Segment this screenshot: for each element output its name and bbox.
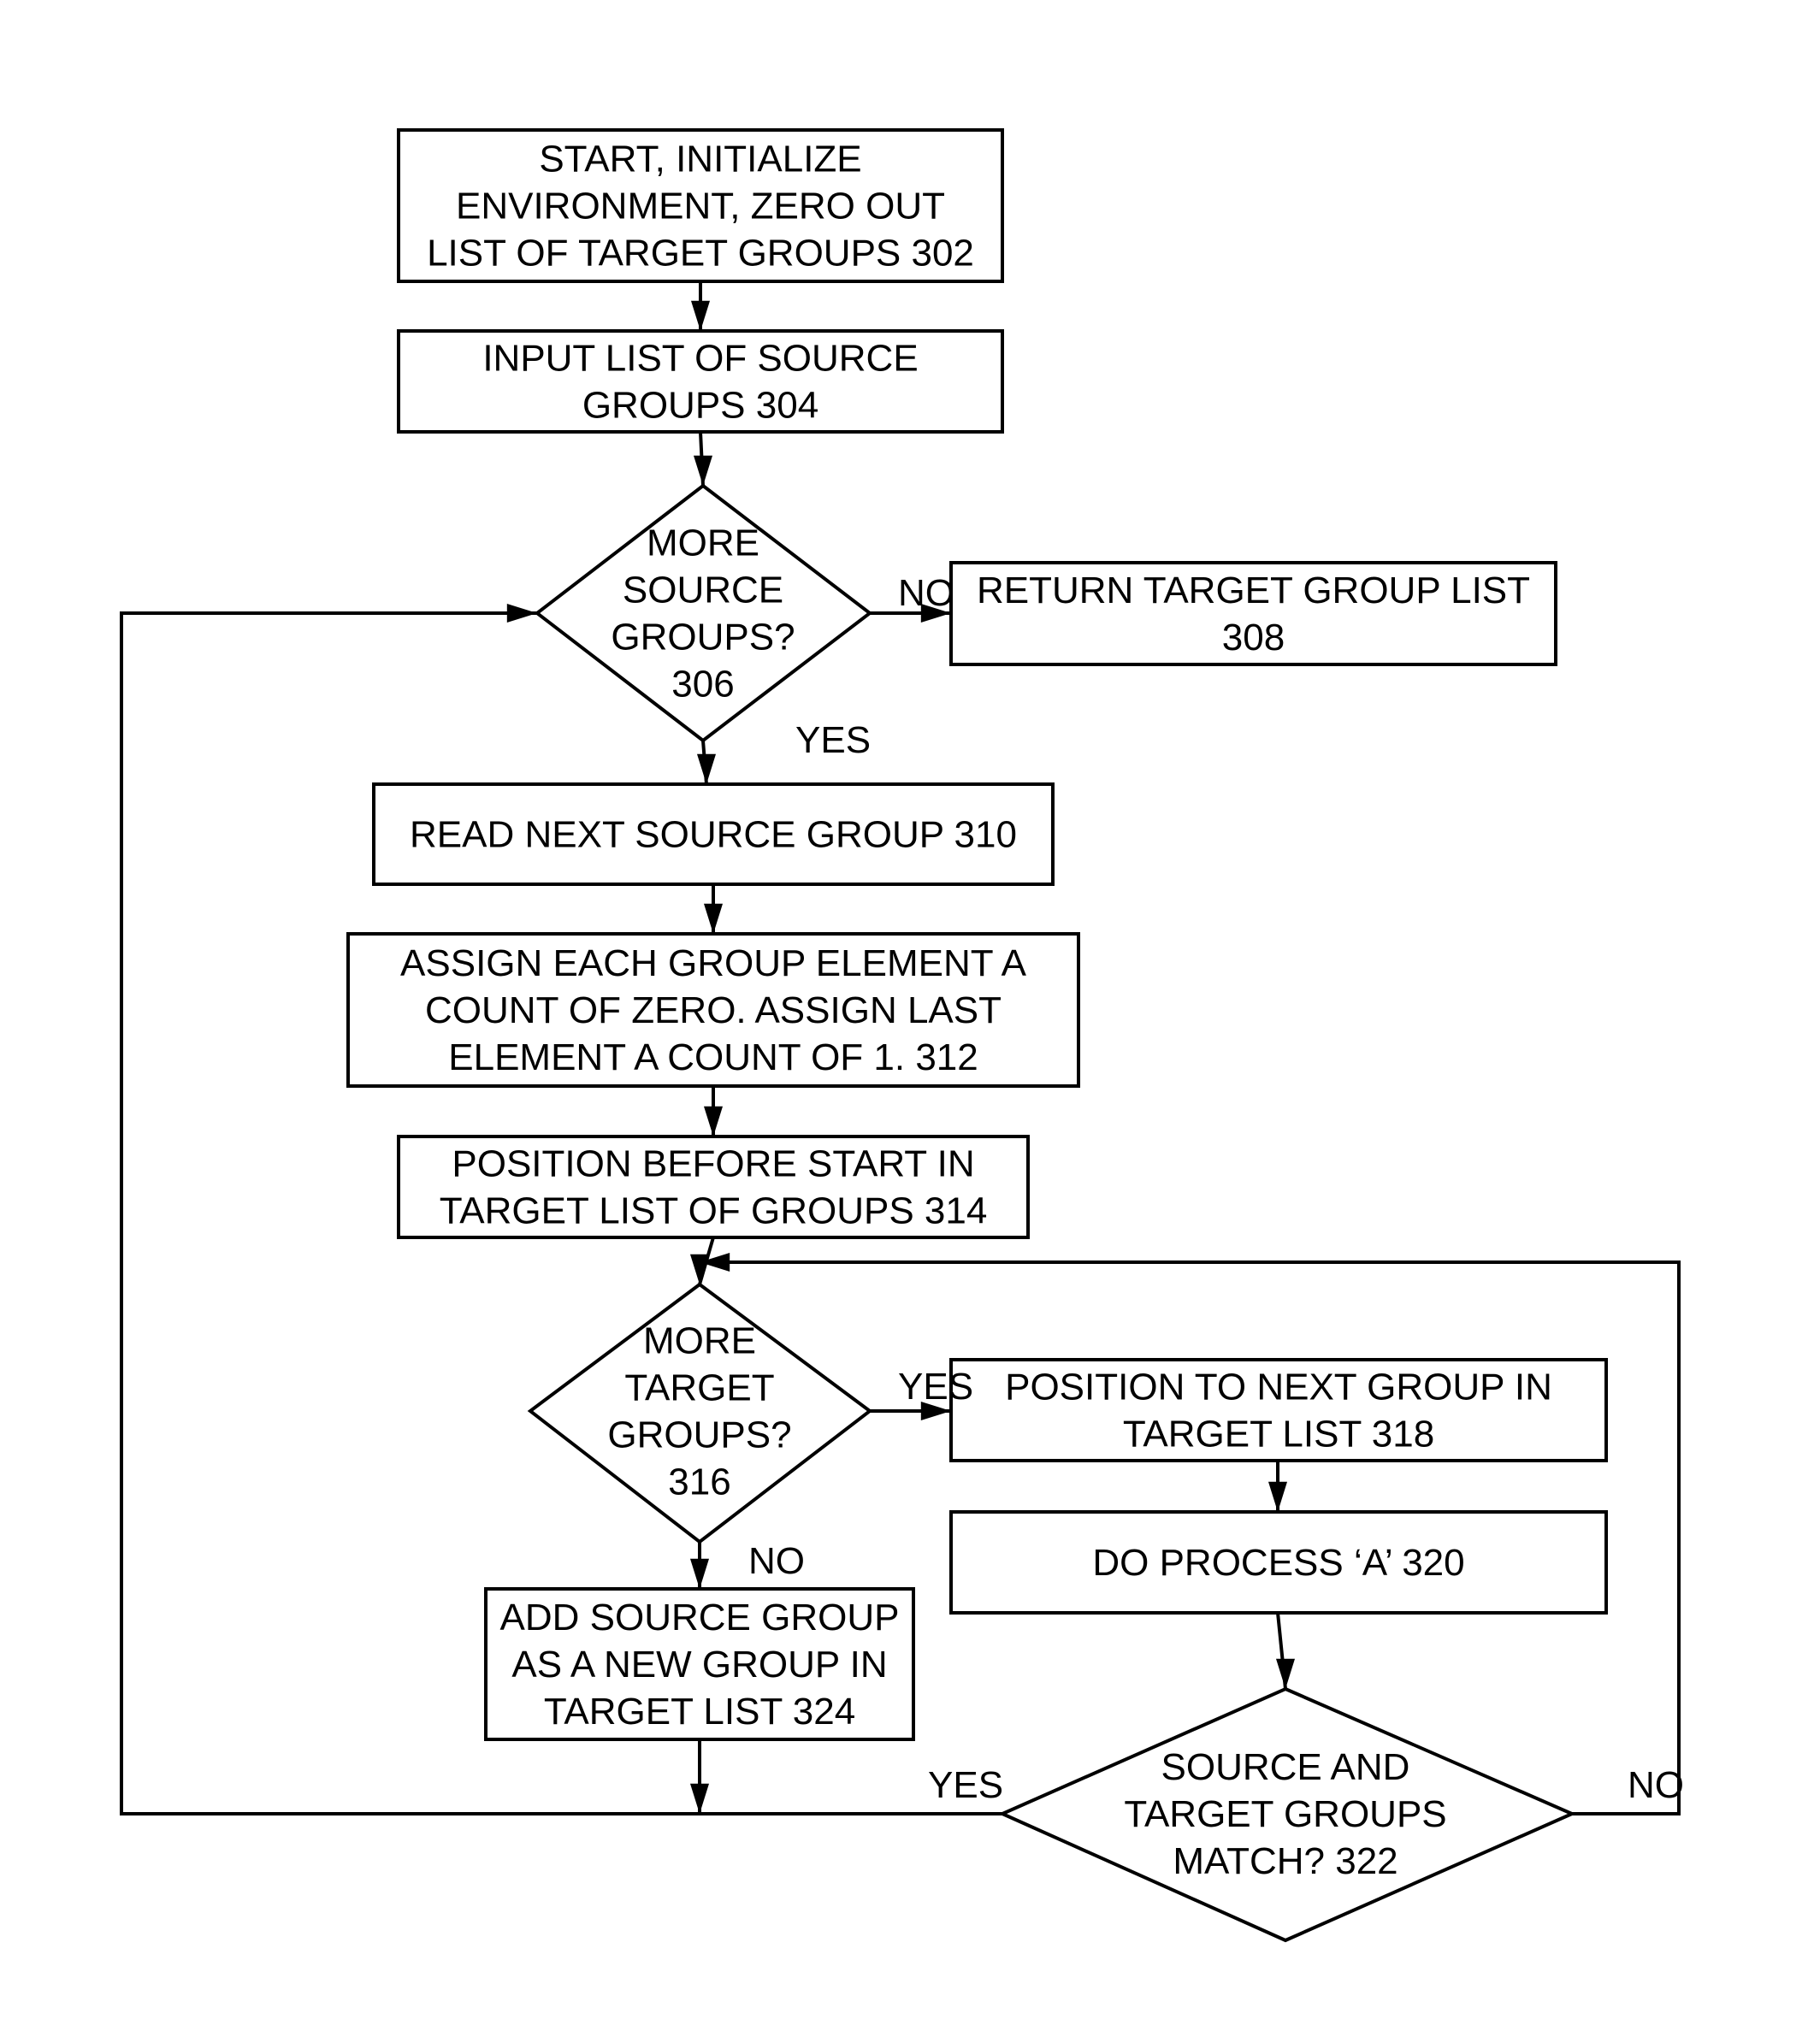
node-text-line: AS A NEW GROUP IN bbox=[511, 1644, 887, 1686]
node-324: ADD SOURCE GROUP AS A NEW GROUP IN TARGET … bbox=[484, 1587, 915, 1741]
node-text-line: POSITION BEFORE START IN bbox=[452, 1143, 974, 1185]
node-text-line: 308 bbox=[1222, 617, 1285, 658]
node-text-line: SOURCE bbox=[623, 570, 783, 611]
node-text-line: 316 bbox=[668, 1461, 730, 1503]
node-text-line: COUNT OF ZERO. ASSIGN LAST bbox=[425, 989, 1002, 1031]
node-text-line: DO PROCESS ‘A’ 320 bbox=[1092, 1542, 1464, 1584]
arrowhead-icon bbox=[690, 1783, 709, 1814]
arrowhead-icon bbox=[690, 1254, 709, 1284]
edge-310-to-312 bbox=[704, 884, 723, 934]
nodes: START, INITIALIZE ENVIRONMENT, ZERO OUT LI… bbox=[346, 128, 1608, 1943]
edge-304-to-306 bbox=[694, 431, 712, 487]
node-text-line: GROUPS 304 bbox=[582, 385, 818, 427]
edge-306-to-310 bbox=[697, 740, 716, 785]
node-text-line: MORE bbox=[643, 1320, 756, 1362]
node-text-line: START, INITIALIZE bbox=[539, 139, 861, 180]
node-302: START, INITIALIZE ENVIRONMENT, ZERO OUT LI… bbox=[397, 128, 1004, 283]
node-304: INPUT LIST OF SOURCE GROUPS 304 bbox=[397, 329, 1004, 434]
node-text-line: GROUPS? bbox=[611, 617, 795, 658]
node-text-line: RETURN TARGET GROUP LIST bbox=[977, 570, 1530, 611]
arrowhead-icon bbox=[1268, 1481, 1287, 1512]
node-text-line: READ NEXT SOURCE GROUP 310 bbox=[410, 814, 1017, 856]
node-text-line: MORE bbox=[647, 522, 759, 564]
node-text-line: ADD SOURCE GROUP bbox=[500, 1597, 900, 1638]
edge-label-yes: YES bbox=[898, 1366, 973, 1408]
node-text-line: ASSIGN EACH GROUP ELEMENT A bbox=[400, 942, 1027, 984]
edge-label-no: NO bbox=[898, 572, 954, 614]
node-text-line: TARGET bbox=[624, 1367, 774, 1409]
arrowhead-icon bbox=[690, 1558, 709, 1589]
node-text-line: MATCH? 322 bbox=[1173, 1840, 1398, 1882]
node-312: ASSIGN EACH GROUP ELEMENT A COUNT OF ZERO… bbox=[346, 932, 1080, 1088]
node-text-line: SOURCE AND bbox=[1161, 1746, 1410, 1788]
node-text-line: TARGET LIST OF GROUPS 314 bbox=[440, 1190, 988, 1232]
arrowhead-icon bbox=[1276, 1658, 1295, 1689]
edge-316-to-324 bbox=[690, 1542, 709, 1589]
arrowhead-icon bbox=[694, 455, 712, 486]
edge-320-to-322 bbox=[1276, 1612, 1295, 1690]
node-318: POSITION TO NEXT GROUP IN TARGET LIST 318 bbox=[949, 1358, 1608, 1462]
node-text-line: INPUT LIST OF SOURCE bbox=[482, 338, 918, 380]
node-text-line: 306 bbox=[671, 664, 734, 706]
edge-318-to-320 bbox=[1268, 1461, 1287, 1512]
arrowhead-icon bbox=[506, 604, 537, 623]
node-text-line: TARGET LIST 324 bbox=[544, 1691, 855, 1733]
flowchart: START, INITIALIZE ENVIRONMENT, ZERO OUT LI… bbox=[120, 128, 1684, 1943]
node-text-line: TARGET LIST 318 bbox=[1123, 1414, 1434, 1455]
node-text-line: POSITION TO NEXT GROUP IN bbox=[1005, 1367, 1552, 1408]
edge-324-to-306 bbox=[690, 1739, 709, 1814]
edge-label-yes: YES bbox=[928, 1764, 1003, 1806]
edge-label-no: NO bbox=[1628, 1764, 1684, 1806]
arrowhead-icon bbox=[691, 300, 710, 331]
arrowhead-icon bbox=[697, 753, 716, 784]
node-text-line: ELEMENT A COUNT OF 1. 312 bbox=[448, 1036, 978, 1078]
arrowhead-icon bbox=[704, 1106, 723, 1136]
edge-label-yes: YES bbox=[795, 719, 871, 761]
node-text-line: ENVIRONMENT, ZERO OUT bbox=[456, 186, 945, 227]
edge-label-no: NO bbox=[748, 1540, 805, 1582]
node-text-line: LIST OF TARGET GROUPS 302 bbox=[427, 233, 974, 275]
node-316: MORE TARGET GROUPS? 316 bbox=[527, 1282, 873, 1544]
edge-312-to-314 bbox=[704, 1086, 723, 1136]
node-314: POSITION BEFORE START IN TARGET LIST OF G… bbox=[397, 1135, 1030, 1239]
node-322: SOURCE AND TARGET GROUPS MATCH? 322 bbox=[998, 1686, 1576, 1943]
node-310: READ NEXT SOURCE GROUP 310 bbox=[372, 782, 1055, 886]
arrowhead-icon bbox=[704, 903, 723, 934]
node-320: DO PROCESS ‘A’ 320 bbox=[949, 1510, 1608, 1615]
node-text-line: GROUPS? bbox=[607, 1414, 791, 1456]
node-text-line: TARGET GROUPS bbox=[1124, 1793, 1446, 1835]
edge-302-to-304 bbox=[691, 281, 710, 331]
node-306: MORE SOURCE GROUPS? 306 bbox=[534, 483, 873, 743]
node-308: RETURN TARGET GROUP LIST 308 bbox=[949, 561, 1557, 666]
